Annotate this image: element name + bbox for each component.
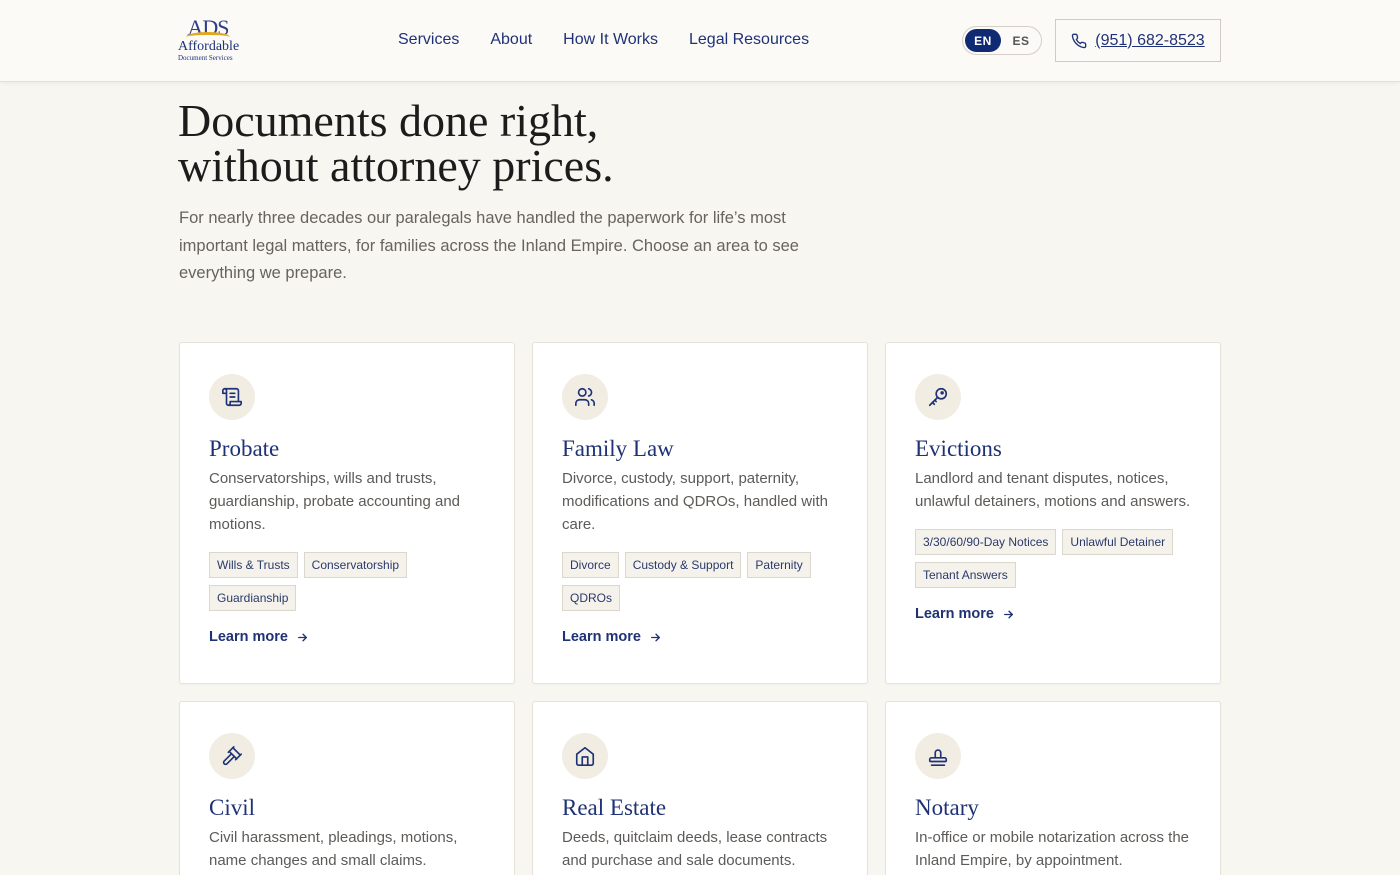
service-card-notary[interactable]: Notary In-office or mobile notarization … — [885, 701, 1221, 875]
service-tags: Divorce Custody & Support Paternity QDRO… — [562, 552, 852, 611]
tag-paternity[interactable]: Paternity — [747, 552, 811, 578]
tag-divorce[interactable]: Divorce — [562, 552, 619, 578]
gavel-icon — [209, 733, 255, 779]
service-card-real-estate[interactable]: Real Estate Deeds, quitclaim deeds, leas… — [532, 701, 868, 875]
phone-icon — [1072, 33, 1087, 48]
learn-more-link[interactable]: Learn more — [209, 629, 309, 645]
nav-how-it-works[interactable]: How It Works — [563, 30, 658, 50]
hero-title: Documents done right, without attorney p… — [178, 95, 818, 191]
service-tags: 3/30/60/90-Day Notices Unlawful Detainer… — [915, 529, 1205, 588]
service-card-evictions[interactable]: Evictions Landlord and tenant disputes, … — [885, 342, 1221, 684]
service-description: Conservatorships, wills and trusts, guar… — [209, 470, 461, 533]
phone-label: (951) 682-8523 — [1095, 31, 1205, 49]
learn-more-label: Learn more — [209, 629, 288, 645]
hero-description: For nearly three decades our paralegals … — [179, 209, 799, 282]
nav-about[interactable]: About — [490, 30, 532, 50]
learn-more-label: Learn more — [562, 629, 641, 645]
service-title: Civil — [209, 795, 256, 820]
nav-services[interactable]: Services — [398, 30, 459, 50]
hero-title-line-1: Documents done right, — [178, 95, 599, 146]
tag-tenant-answers[interactable]: Tenant Answers — [915, 562, 1016, 588]
tag-guardianship[interactable]: Guardianship — [209, 585, 297, 611]
phone-button[interactable]: (951) 682-8523 — [1055, 19, 1221, 62]
logo[interactable]: ADS Affordable Document Services — [178, 17, 242, 64]
lang-es-button[interactable]: ES — [1003, 29, 1039, 52]
service-card-civil[interactable]: Civil Civil harassment, pleadings, motio… — [179, 701, 515, 875]
stamp-icon — [915, 733, 961, 779]
tag-conservatorship[interactable]: Conservatorship — [303, 552, 408, 578]
learn-more-label: Learn more — [915, 606, 994, 622]
arrow-right-icon — [651, 633, 660, 641]
arrow-right-icon — [298, 633, 307, 641]
service-card-probate[interactable]: Probate Conservatorships, wills and trus… — [179, 342, 515, 684]
service-title: Evictions — [915, 436, 1002, 461]
tag-custody-support[interactable]: Custody & Support — [624, 552, 742, 578]
site-header: ADS Affordable Document Services Service… — [0, 0, 1400, 82]
service-description: In-office or mobile notarization across … — [915, 829, 1190, 869]
service-card-family-law[interactable]: Family Law Divorce, custody, support, pa… — [532, 342, 868, 684]
service-description: Landlord and tenant disputes, notices, u… — [915, 470, 1191, 510]
service-tags: Wills & Trusts Conservatorship Guardians… — [209, 552, 499, 611]
tag-qdros[interactable]: QDROs — [562, 585, 620, 611]
arrow-right-icon — [1004, 610, 1013, 618]
learn-more-link[interactable]: Learn more — [915, 606, 1015, 622]
service-description: Divorce, custody, support, paternity, mo… — [562, 470, 828, 533]
logo-name: Affordable — [178, 39, 240, 54]
scroll-icon — [209, 374, 255, 420]
lang-en-button[interactable]: EN — [965, 29, 1001, 52]
main-nav: Services About How It Works Legal Resour… — [398, 30, 809, 50]
service-title: Family Law — [562, 436, 674, 461]
tag-unlawful-detainer[interactable]: Unlawful Detainer — [1062, 529, 1174, 555]
service-title: Probate — [209, 436, 280, 461]
nav-legal-resources[interactable]: Legal Resources — [689, 30, 809, 50]
house-icon — [562, 733, 608, 779]
key-icon — [915, 374, 961, 420]
language-toggle: EN ES — [962, 26, 1042, 55]
service-title: Notary — [915, 795, 979, 820]
service-description: Civil harassment, pleadings, motions, na… — [209, 829, 458, 869]
tag-wills-trusts[interactable]: Wills & Trusts — [209, 552, 298, 578]
users-icon — [562, 374, 608, 420]
logo-tagline: Document Services — [178, 54, 233, 62]
learn-more-link[interactable]: Learn more — [562, 629, 662, 645]
tag-day-notices[interactable]: 3/30/60/90-Day Notices — [915, 529, 1057, 555]
logo-swoosh — [186, 32, 230, 42]
service-description: Deeds, quitclaim deeds, lease contracts … — [562, 829, 828, 869]
service-title: Real Estate — [562, 795, 667, 820]
hero-title-line-2: without attorney prices. — [178, 140, 614, 191]
